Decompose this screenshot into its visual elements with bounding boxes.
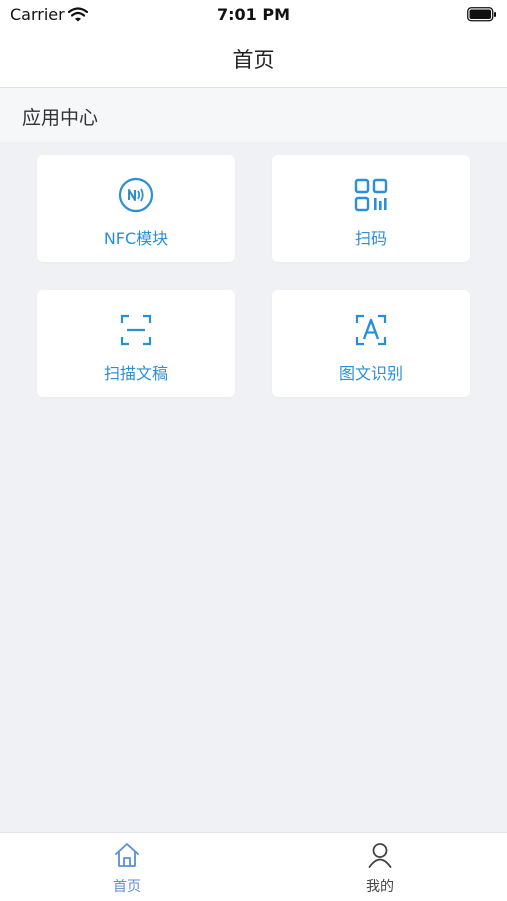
app-card-scan-code[interactable]: 扫码	[272, 155, 470, 262]
app-card-label: NFC模块	[103, 229, 169, 248]
text-recognition-icon	[353, 312, 389, 348]
app-card-label: 扫码	[354, 229, 387, 248]
tab-bar: 首页 我的	[0, 832, 507, 901]
page-title: 首页	[232, 48, 275, 72]
user-icon	[366, 841, 394, 869]
app-card-label: 扫描文稿	[103, 364, 168, 383]
navigation-bar: 首页	[0, 30, 507, 88]
qr-code-icon	[353, 177, 389, 213]
tab-home[interactable]: 首页	[67, 833, 187, 901]
home-icon	[113, 841, 141, 869]
section-title: 应用中心	[22, 107, 99, 129]
battery-icon	[467, 7, 497, 26]
scan-document-icon	[118, 312, 154, 348]
tab-mine-label: 我的	[366, 879, 394, 895]
app-card-scan-document[interactable]: 扫描文稿	[37, 290, 235, 397]
status-time: 7:01 PM	[216, 5, 290, 24]
nfc-icon	[118, 177, 154, 213]
tab-home-label: 首页	[113, 879, 141, 895]
tab-mine[interactable]: 我的	[320, 833, 440, 901]
app-card-label: 图文识别	[338, 364, 403, 383]
app-card-nfc[interactable]: NFC模块	[37, 155, 235, 262]
app-card-text-recognition[interactable]: 图文识别	[272, 290, 470, 397]
section-header: 应用中心	[0, 88, 507, 142]
status-bar: Carrier 7:01 PM	[0, 0, 507, 30]
